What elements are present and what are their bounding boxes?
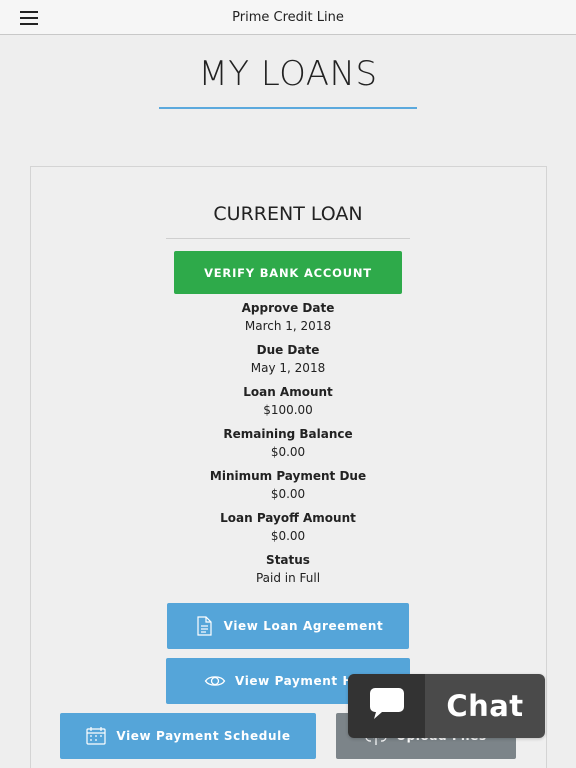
due-date-label: Due Date	[256, 343, 320, 357]
remaining-balance-label: Remaining Balance	[223, 427, 353, 441]
top-bar: Prime Credit Line	[0, 0, 576, 35]
loan-amount-label: Loan Amount	[243, 385, 333, 399]
app-title: Prime Credit Line	[232, 10, 344, 25]
chat-bubble-icon	[369, 687, 405, 725]
chat-icon-box	[348, 674, 425, 738]
page-title: MY LOANS	[198, 54, 378, 94]
view-payment-schedule-button[interactable]: View Payment Schedule	[60, 713, 316, 759]
chat-label: Chat	[425, 674, 545, 738]
status-value: Paid in Full	[255, 571, 321, 585]
verify-bank-account-button[interactable]: VERIFY BANK ACCOUNT	[174, 251, 402, 294]
payoff-amount-label: Loan Payoff Amount	[220, 511, 356, 525]
card-title: CURRENT LOAN	[213, 203, 363, 225]
calendar-icon	[85, 725, 107, 747]
document-icon	[193, 615, 215, 637]
payoff-amount-value: $0.00	[270, 529, 306, 543]
approve-date-label: Approve Date	[241, 301, 335, 315]
minimum-payment-value: $0.00	[270, 487, 306, 501]
view-loan-agreement-button[interactable]: View Loan Agreement	[167, 603, 409, 649]
status-label: Status	[266, 553, 310, 567]
approve-date-value: March 1, 2018	[244, 319, 332, 333]
loan-amount-value: $100.00	[263, 403, 313, 417]
minimum-payment-label: Minimum Payment Due	[209, 469, 367, 483]
view-payment-schedule-label: View Payment Schedule	[116, 729, 291, 743]
remaining-balance-value: $0.00	[270, 445, 306, 459]
due-date-value: May 1, 2018	[250, 361, 326, 375]
card-title-divider	[166, 238, 410, 239]
view-loan-agreement-label: View Loan Agreement	[223, 619, 384, 633]
chat-widget[interactable]: Chat	[348, 674, 545, 738]
eye-icon	[204, 670, 226, 692]
title-underline	[159, 107, 417, 109]
